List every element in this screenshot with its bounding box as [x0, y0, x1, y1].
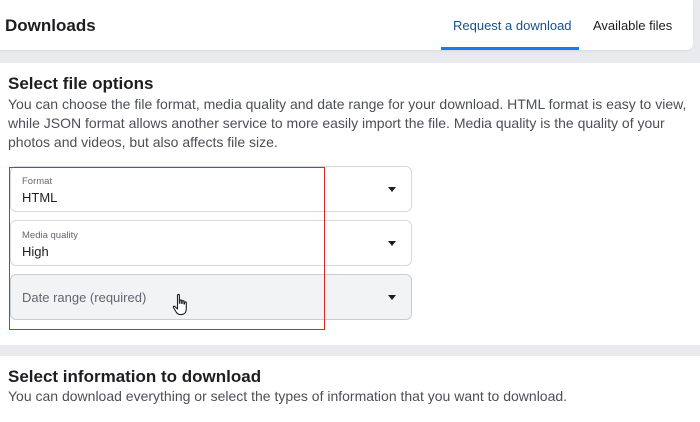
hand-pointer-icon [172, 293, 187, 316]
date-range-placeholder: Date range (required) [22, 290, 147, 305]
format-select[interactable]: Format HTML [10, 166, 412, 212]
caret-down-icon [388, 241, 396, 246]
information-description: You can download everything or select th… [8, 388, 568, 404]
date-range-select[interactable]: Date range (required) [10, 274, 412, 320]
format-label: Format [22, 176, 53, 187]
downloads-header: Downloads Request a download Available f… [0, 0, 693, 50]
media-quality-select[interactable]: Media quality High [10, 220, 412, 266]
tab-request-a-download[interactable]: Request a download [453, 18, 572, 34]
file-options-title: Select file options [8, 74, 154, 93]
caret-down-icon [388, 295, 396, 300]
media-quality-value: High [22, 244, 49, 259]
media-quality-label: Media quality [22, 230, 78, 241]
file-options-description: You can choose the file format, media qu… [8, 96, 687, 150]
tab-available-files[interactable]: Available files [593, 18, 672, 34]
information-card: Select information to download You can d… [0, 356, 700, 422]
caret-down-icon [388, 187, 396, 192]
information-title: Select information to download [8, 367, 262, 386]
page-title: Downloads [5, 16, 96, 35]
file-options-card: Select file options You can choose the f… [0, 63, 700, 345]
format-value: HTML [22, 190, 58, 205]
active-tab-indicator [441, 47, 579, 50]
